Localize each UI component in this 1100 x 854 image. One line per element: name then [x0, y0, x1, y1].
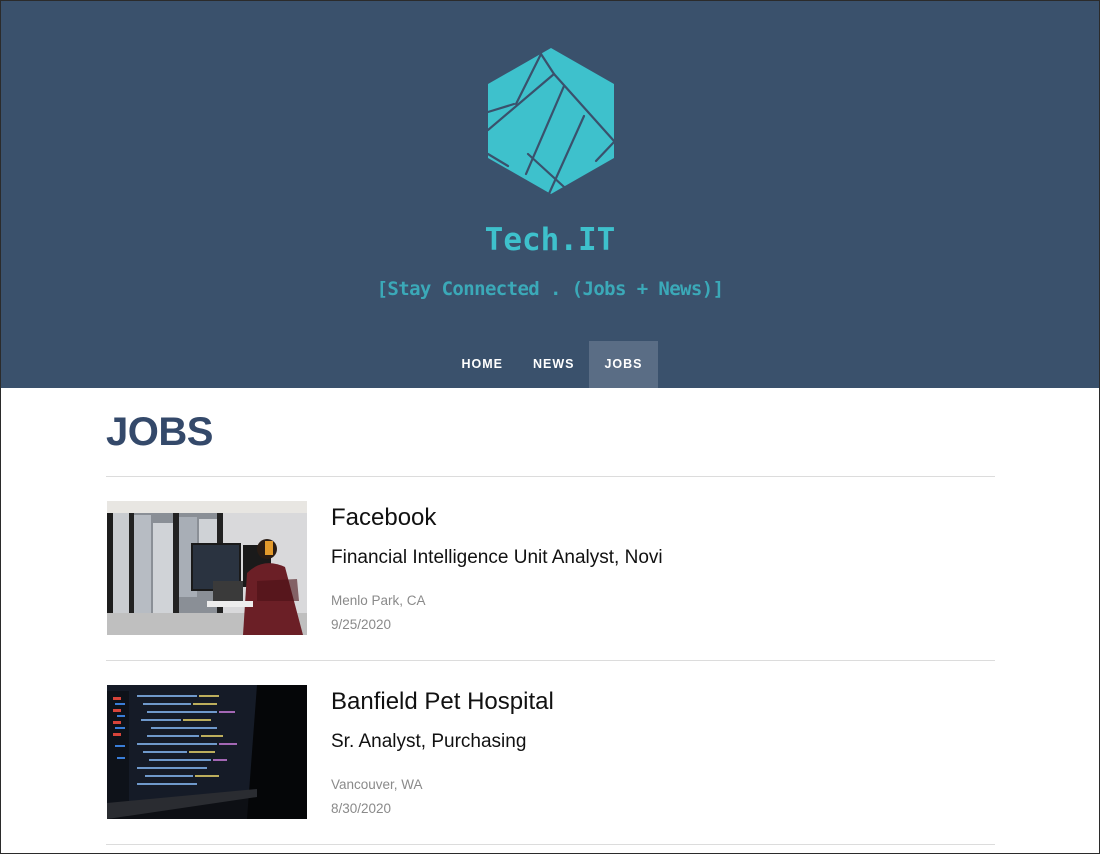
office-woman-at-computer-photo: [107, 501, 307, 635]
hexagon-logo-icon[interactable]: [486, 46, 616, 196]
job-company[interactable]: Facebook: [331, 504, 436, 532]
job-location: Vancouver, WA: [331, 777, 423, 792]
divider: [106, 660, 995, 661]
job-title[interactable]: Financial Intelligence Unit Analyst, Nov…: [331, 547, 663, 569]
job-listing[interactable]: Facebook Financial Intelligence Unit Ana…: [106, 501, 995, 635]
site-title[interactable]: Tech.IT: [0, 222, 1100, 258]
job-title[interactable]: Sr. Analyst, Purchasing: [331, 731, 526, 753]
nav-item-news[interactable]: NEWS: [518, 341, 590, 388]
site-tagline: [Stay Connected . (Jobs + News)]: [376, 278, 724, 300]
job-date: 9/25/2020: [331, 617, 392, 632]
nav-item-home[interactable]: HOME: [446, 341, 518, 388]
divider: [106, 844, 995, 845]
job-listing[interactable]: Banfield Pet Hospital Sr. Analyst, Purch…: [106, 685, 995, 819]
site-header: Tech.IT [Stay Connected . (Jobs + News)]…: [0, 0, 1100, 388]
job-company[interactable]: Banfield Pet Hospital: [331, 688, 554, 716]
nav-item-jobs[interactable]: JOBS: [589, 341, 658, 388]
code-on-laptop-screen-photo: [107, 685, 307, 819]
page-title: JOBS: [106, 410, 213, 454]
main-nav: HOME NEWS JOBS: [0, 341, 1100, 388]
job-date: 8/30/2020: [331, 801, 392, 816]
divider: [106, 476, 995, 477]
job-location: Menlo Park, CA: [331, 593, 426, 608]
